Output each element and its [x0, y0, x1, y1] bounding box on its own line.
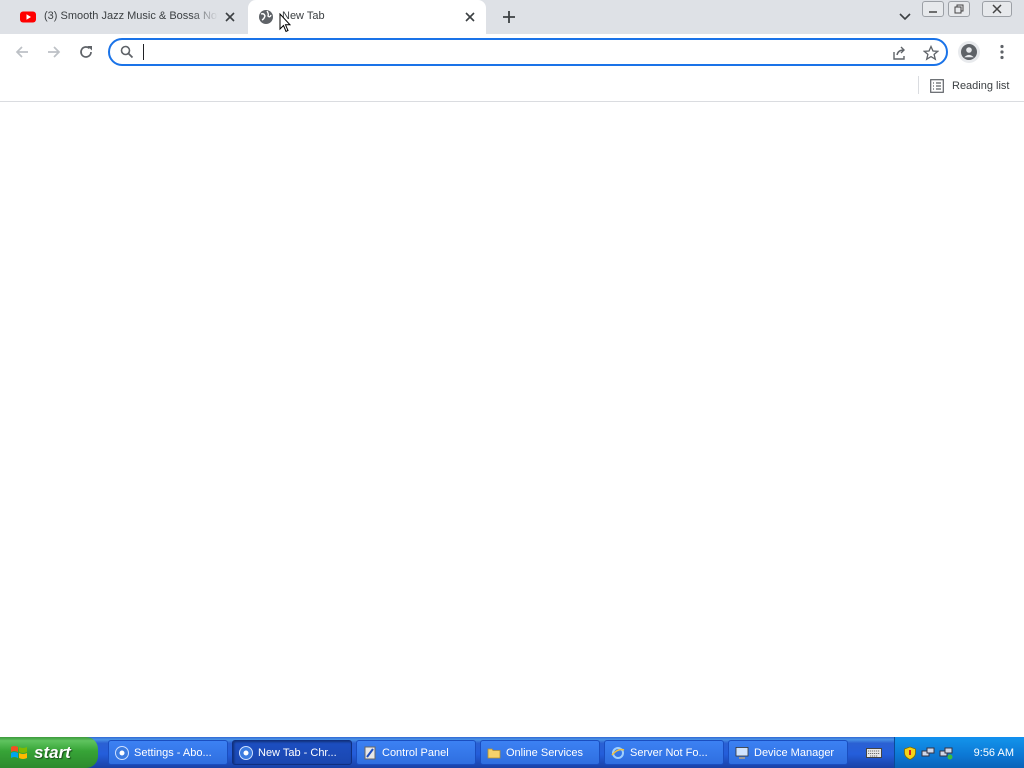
bookmarks-bar: Reading list [0, 70, 1024, 102]
text-caret [143, 44, 144, 60]
taskbar-item-label: Control Panel [382, 746, 449, 759]
taskbar-item-new-tab[interactable]: New Tab - Chr... [232, 740, 352, 765]
close-tab-icon[interactable] [222, 9, 238, 25]
browser-toolbar [0, 34, 1024, 70]
network-icon[interactable] [921, 746, 935, 760]
chrome-icon [239, 745, 253, 760]
taskbar-item-label: New Tab - Chr... [258, 746, 337, 759]
taskbar-item-online-services[interactable]: Online Services [480, 740, 600, 765]
taskbar-item-label: Device Manager [754, 746, 835, 759]
reload-button[interactable] [74, 40, 98, 64]
taskbar-item-label: Settings - Abo... [134, 746, 212, 759]
clock[interactable]: 9:56 AM [974, 747, 1014, 759]
share-icon [893, 46, 905, 60]
taskbar-item-label: Online Services [506, 746, 584, 759]
tab-search-button[interactable] [894, 6, 916, 28]
folder-icon [487, 748, 501, 758]
kebab-menu-icon [1000, 44, 1004, 60]
chevron-down-icon [899, 13, 911, 21]
reload-icon [80, 46, 92, 58]
network-icon[interactable] [939, 746, 953, 760]
reading-list-label: Reading list [952, 80, 1010, 92]
page-content[interactable] [0, 103, 1024, 737]
taskbar-item-label: Server Not Fo... [630, 746, 708, 759]
tab-title: (3) Smooth Jazz Music & Bossa Nova [44, 10, 218, 22]
ie-icon [611, 746, 625, 759]
back-arrow-icon [15, 46, 28, 58]
close-icon [992, 4, 1002, 14]
youtube-icon [20, 11, 36, 23]
start-button[interactable]: start [0, 737, 98, 768]
reading-list-button[interactable]: Reading list [926, 74, 1013, 98]
back-button[interactable] [10, 40, 34, 64]
search-icon [120, 45, 134, 59]
restore-icon [954, 4, 964, 14]
restore-button[interactable] [948, 1, 970, 17]
forward-button[interactable] [42, 40, 66, 64]
mouse-cursor-icon [279, 13, 291, 33]
chrome-menu-button[interactable] [994, 40, 1010, 64]
new-tab-button[interactable] [498, 6, 520, 28]
start-label: start [34, 742, 71, 762]
bookmark-star-button[interactable] [922, 44, 940, 62]
system-tray: 9:56 AM [894, 737, 1024, 768]
reading-list-icon [930, 79, 944, 93]
taskbar: start Settings - Abo... New Tab - Chr...… [0, 737, 1024, 768]
profile-button[interactable] [958, 41, 980, 63]
taskbar-buttons: Settings - Abo... New Tab - Chr... Contr… [108, 740, 848, 765]
security-shield-icon[interactable] [903, 746, 917, 760]
omnibox-input[interactable] [142, 42, 842, 62]
close-window-button[interactable] [982, 1, 1012, 17]
star-icon [923, 45, 939, 61]
profile-icon [961, 44, 977, 60]
windows-logo-icon [11, 745, 27, 759]
keyboard-icon[interactable] [866, 746, 882, 760]
bookmarks-separator [918, 76, 919, 94]
plus-icon [503, 11, 515, 23]
globe-icon [259, 10, 273, 24]
minimize-icon [929, 11, 937, 13]
window-controls [922, 1, 1012, 17]
minimize-button[interactable] [922, 1, 944, 17]
share-button[interactable] [890, 44, 908, 62]
taskbar-item-control-panel[interactable]: Control Panel [356, 740, 476, 765]
taskbar-item-server-not-found[interactable]: Server Not Fo... [604, 740, 724, 765]
control-panel-icon [364, 746, 376, 759]
taskbar-item-device-manager[interactable]: Device Manager [728, 740, 848, 765]
tab-smooth-jazz[interactable]: (3) Smooth Jazz Music & Bossa Nova [10, 0, 246, 34]
taskbar-item-settings[interactable]: Settings - Abo... [108, 740, 228, 765]
tab-strip: (3) Smooth Jazz Music & Bossa Nova New T… [0, 0, 1024, 34]
computer-icon [735, 746, 749, 759]
close-tab-icon[interactable] [462, 9, 478, 25]
address-bar[interactable] [108, 38, 948, 66]
chrome-icon [115, 745, 129, 760]
forward-arrow-icon [48, 46, 61, 58]
